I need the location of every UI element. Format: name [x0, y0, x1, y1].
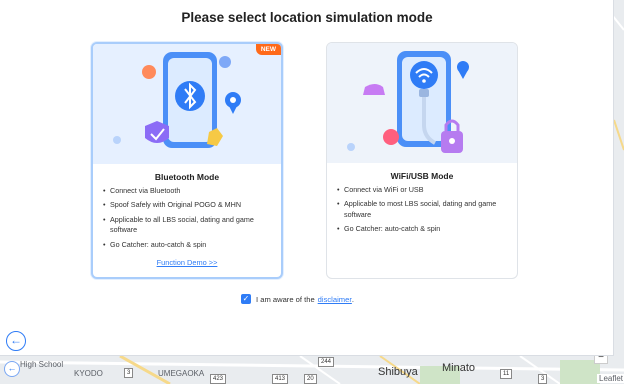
- map-back-icon[interactable]: ←: [4, 361, 20, 377]
- list-item: Go Catcher: auto-catch & spin: [337, 224, 509, 235]
- agreement-period: .: [351, 294, 354, 304]
- dialog-title: Please select location simulation mode: [181, 10, 433, 25]
- agreement-text: I am aware of the: [256, 294, 315, 304]
- bluetooth-illustration: NEW: [93, 44, 281, 164]
- road-shield: 20: [304, 374, 317, 384]
- list-item: Applicable to all LBS social, dating and…: [103, 215, 275, 236]
- mode-selection-dialog: Please select location simulation mode N…: [0, 0, 614, 356]
- wifi-usb-mode-card[interactable]: WiFi/USB Mode Connect via WiFi or USB Ap…: [326, 42, 518, 279]
- function-demo-link[interactable]: Function Demo >>: [93, 258, 281, 267]
- disclaimer-checkbox[interactable]: ✓: [241, 294, 251, 304]
- disclaimer-link[interactable]: disclaimer: [318, 295, 352, 304]
- map-label-umegaoka: UMEGAOKA: [158, 369, 205, 378]
- wifi-mode-title: WiFi/USB Mode: [390, 171, 454, 181]
- disclaimer-agreement: ✓ I am aware of the disclaimer .: [241, 294, 354, 304]
- map-label-shibuya: Shibuya: [378, 366, 418, 378]
- bluetooth-mode-card[interactable]: NEW Bluetooth Mode Connect via Bluetooth…: [91, 42, 283, 279]
- road-shield: 3: [538, 374, 548, 384]
- road-shield: 413: [272, 374, 289, 384]
- map-label-high-school: High School: [20, 360, 64, 369]
- wifi-illustration: [327, 43, 517, 163]
- wifi-feature-list: Connect via WiFi or USB Applicable to mo…: [337, 185, 509, 239]
- back-arrow-icon[interactable]: ←: [6, 331, 26, 351]
- list-item: Go Catcher: auto-catch & spin: [103, 240, 275, 251]
- list-item: Connect via WiFi or USB: [337, 185, 509, 196]
- bluetooth-phone-icon: [113, 52, 241, 148]
- bluetooth-mode-title: Bluetooth Mode: [154, 172, 220, 182]
- map-label-kyodo: KYODO: [74, 369, 103, 378]
- list-item: Applicable to most LBS social, dating an…: [337, 199, 509, 220]
- road-shield: 244: [318, 357, 335, 367]
- map-label-minato: Minato: [442, 362, 476, 374]
- list-item: Connect via Bluetooth: [103, 186, 275, 197]
- bluetooth-feature-list: Connect via Bluetooth Spoof Safely with …: [103, 186, 275, 254]
- map-attribution[interactable]: Leaflet: [597, 374, 624, 383]
- road-shield: 11: [500, 369, 513, 379]
- road-shield: 423: [210, 374, 227, 384]
- wifi-phone-icon: [347, 51, 469, 153]
- new-badge: NEW: [255, 44, 281, 55]
- list-item: Spoof Safely with Original POGO & MHN: [103, 200, 275, 211]
- road-shield: 3: [124, 368, 134, 378]
